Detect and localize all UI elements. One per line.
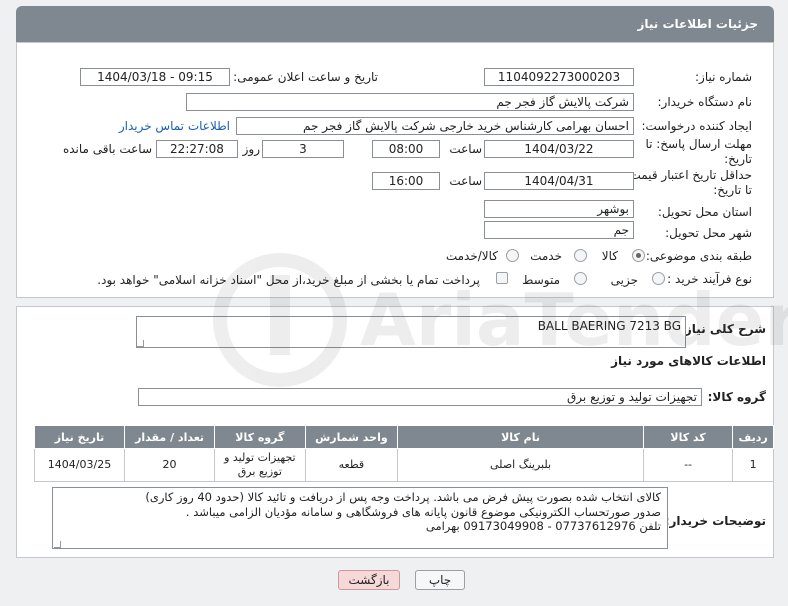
process-medium-radio[interactable] [574,272,587,285]
deadline-time-field: 08:00 [372,140,440,158]
deadline-time-label: ساعت [449,142,482,156]
deadline-label-2: تاریخ: [724,152,752,166]
group-field: تجهیزات تولید و توزیع برق [138,388,702,406]
summary-field: BALL BAERING 7213 BG [136,316,686,348]
deadline-date-field: 1404/03/22 [484,140,634,158]
page-header: جزئیات اطلاعات نیاز [16,6,774,42]
announce-field: 1404/03/18 - 09:15 [80,68,230,86]
buyer-org-field: شرکت پالایش گاز فجر جم [186,93,634,111]
back-button[interactable]: بازگشت [338,570,400,590]
col-date: تاریخ نیاز [34,425,125,449]
table-row[interactable]: 1 -- بلبرینگ اصلی قطعه تجهیزات تولید و ت… [34,448,774,482]
remaining-time-field: 22:27:08 [156,140,238,158]
city-field: جم [484,221,634,239]
cell-code: -- [642,448,734,482]
min-price-label-2: تا تاریخ: [713,183,752,197]
buyer-notes-line-1: کالای انتخاب شده بصورت پیش فرض می باشد. … [145,490,661,504]
category-both-radio[interactable] [506,249,519,262]
price-time-field: 16:00 [372,172,440,190]
buyer-notes-field: کالای انتخاب شده بصورت پیش فرض می باشد. … [52,487,668,549]
cell-row: 1 [732,448,774,482]
cell-group: تجهیزات تولید و توزیع برق [214,448,306,482]
col-code: کد کالا [642,425,734,449]
buyer-notes-line-2: صدور صورتحساب الکترونیکی موضوع قانون پای… [185,504,661,519]
contact-info-link[interactable]: اطلاعات تماس خریدار [119,119,230,133]
creator-field: احسان بهرامی کارشناس خرید خارجی شرکت پال… [236,117,634,135]
cell-group-line-1: تجهیزات تولید و [224,451,296,464]
treasury-checkbox[interactable] [496,272,508,284]
payment-note: پرداخت تمام یا بخشی از مبلغ خرید،از محل … [97,273,480,287]
col-row: ردیف [732,425,774,449]
buyer-notes-line-3: تلفن 07737612976 - 09173049908 بهرامی [425,519,661,533]
announce-label: تاریخ و ساعت اعلان عمومی: [233,70,378,84]
days-field: 3 [262,140,344,158]
group-label: گروه کالا: [707,390,766,404]
category-service-label: خدمت [530,249,562,263]
category-goods-radio[interactable] [632,249,645,262]
process-label: نوع فرآیند خرید : [667,272,752,286]
category-goods-label: کالا [601,249,618,263]
process-medium-label: متوسط [522,273,560,287]
col-group: گروه کالا [214,425,306,449]
cell-qty: 20 [123,448,216,482]
need-number-label: شماره نیاز: [695,70,752,84]
page-title: جزئیات اطلاعات نیاز [637,17,758,31]
category-service-radio[interactable] [574,249,587,262]
col-name: نام کالا [397,425,644,449]
remaining-label: ساعت باقی مانده [62,142,152,156]
summary-label: شرح کلی نیاز: [680,322,766,336]
province-label: استان محل تحویل: [657,205,752,219]
min-price-label-1: حداقل تاریخ اعتبار قیمت: [625,168,752,182]
notes-resize-handle[interactable] [54,541,61,548]
creator-label: ایجاد کننده درخواست: [641,119,752,133]
col-qty: تعداد / مقدار [123,425,216,449]
buyer-org-label: نام دستگاه خریدار: [657,95,753,109]
price-time-label: ساعت [449,174,482,188]
table-header-row: ردیف کد کالا نام کالا واحد شمارش گروه کا… [34,425,774,449]
province-field: بوشهر [484,200,634,218]
process-partial-radio[interactable] [652,272,665,285]
price-date-field: 1404/04/31 [484,172,634,190]
cell-unit: قطعه [304,448,399,482]
cell-group-line-2: توزیع برق [237,465,282,478]
category-both-label: کالا/خدمت [445,249,498,263]
print-button[interactable]: چاپ [415,570,465,590]
resize-handle[interactable] [137,340,144,347]
buyer-notes-label: توضیحات خریدار: [664,514,766,528]
col-unit: واحد شمارش [304,425,399,449]
city-label: شهر محل تحویل: [665,226,752,240]
need-number-field: 1104092273000203 [484,68,634,86]
cell-date: 1404/03/25 [34,448,125,482]
summary-value: BALL BAERING 7213 BG [537,319,681,333]
items-table: ردیف کد کالا نام کالا واحد شمارش گروه کا… [34,425,774,482]
deadline-label-1: مهلت ارسال پاسخ: تا [645,137,752,151]
category-label: طبقه بندی موضوعی: [645,249,752,263]
goods-info-title: اطلاعات کالاهای مورد نیاز [611,354,766,368]
cell-name: بلبرینگ اصلی [397,448,644,482]
process-partial-label: جزیی [610,273,638,287]
